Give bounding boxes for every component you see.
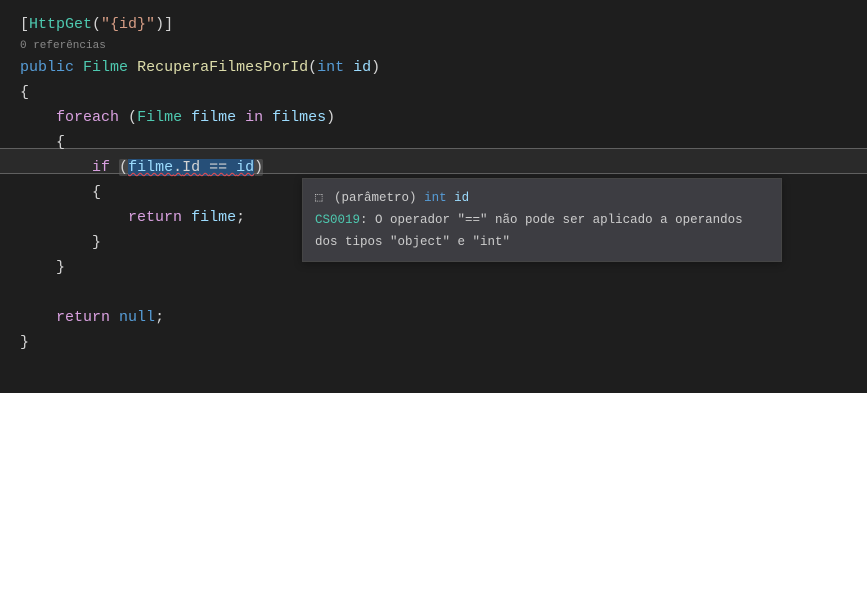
error-separator: : [360,213,375,227]
brace: } [92,234,101,251]
access-modifier: public [20,59,74,76]
method-name: RecuperaFilmesPorId [137,59,308,76]
semicolon: ; [236,209,245,226]
code-line[interactable]: return null; [20,305,867,330]
paren: ) [371,59,380,76]
variable: filme [191,209,236,226]
operator: == [209,159,227,176]
code-line[interactable]: } [20,330,867,355]
parameter-icon: ⬚ [315,191,323,205]
semicolon: ; [155,309,164,326]
paren: ( [308,59,317,76]
code-line[interactable]: { [20,130,867,155]
code-line-current[interactable]: if (filme.Id == id) [20,155,867,180]
code-line[interactable]: { [20,80,867,105]
brace: { [20,84,29,101]
foreach-keyword: foreach [56,109,119,126]
paren: ( [92,16,101,33]
error-tooltip: ⬚ (parâmetro) int id CS0019: O operador … [302,178,782,262]
code-line[interactable]: foreach (Filme filme in filmes) [20,105,867,130]
code-line[interactable] [20,280,867,305]
brace: { [56,134,65,151]
paren: ) [326,109,335,126]
param-name: id [353,59,371,76]
param-type: int [317,59,344,76]
error-code[interactable]: CS0019 [315,213,360,227]
paren-matched: ( [119,159,128,176]
tooltip-error-line: CS0019: O operador "==" não pode ser apl… [315,209,769,253]
variable: filme [191,109,236,126]
error-message: O operador "==" não pode ser aplicado a … [315,213,743,249]
code-line[interactable]: [HttpGet("{id}")] [20,12,867,37]
paren: ( [128,109,137,126]
param-name: id [454,191,469,205]
codelens-references[interactable]: 0 referências [20,37,867,55]
variable-error: filme [128,159,173,176]
param-label: (parâmetro) [334,191,417,205]
property: Id [182,159,200,176]
return-keyword: return [128,209,182,226]
tooltip-param-info: ⬚ (parâmetro) int id [315,187,769,209]
brace: { [92,184,101,201]
null-keyword: null [119,309,155,326]
param-type: int [424,191,447,205]
return-keyword: return [56,309,110,326]
type: Filme [137,109,182,126]
blank-area [0,393,867,593]
in-keyword: in [245,109,263,126]
if-keyword: if [92,159,110,176]
code-editor[interactable]: [HttpGet("{id}")] 0 referências public F… [0,0,867,367]
bracket: ] [164,16,173,33]
bracket: [ [20,16,29,33]
paren-matched: ) [254,159,263,176]
brace: } [20,334,29,351]
dot: . [173,159,182,176]
attribute-name: HttpGet [29,16,92,33]
variable-error: id [236,159,254,176]
brace: } [56,259,65,276]
string-literal: "{id}" [101,16,155,33]
code-line[interactable]: public Filme RecuperaFilmesPorId(int id) [20,55,867,80]
return-type: Filme [83,59,128,76]
paren: ) [155,16,164,33]
collection: filmes [272,109,326,126]
